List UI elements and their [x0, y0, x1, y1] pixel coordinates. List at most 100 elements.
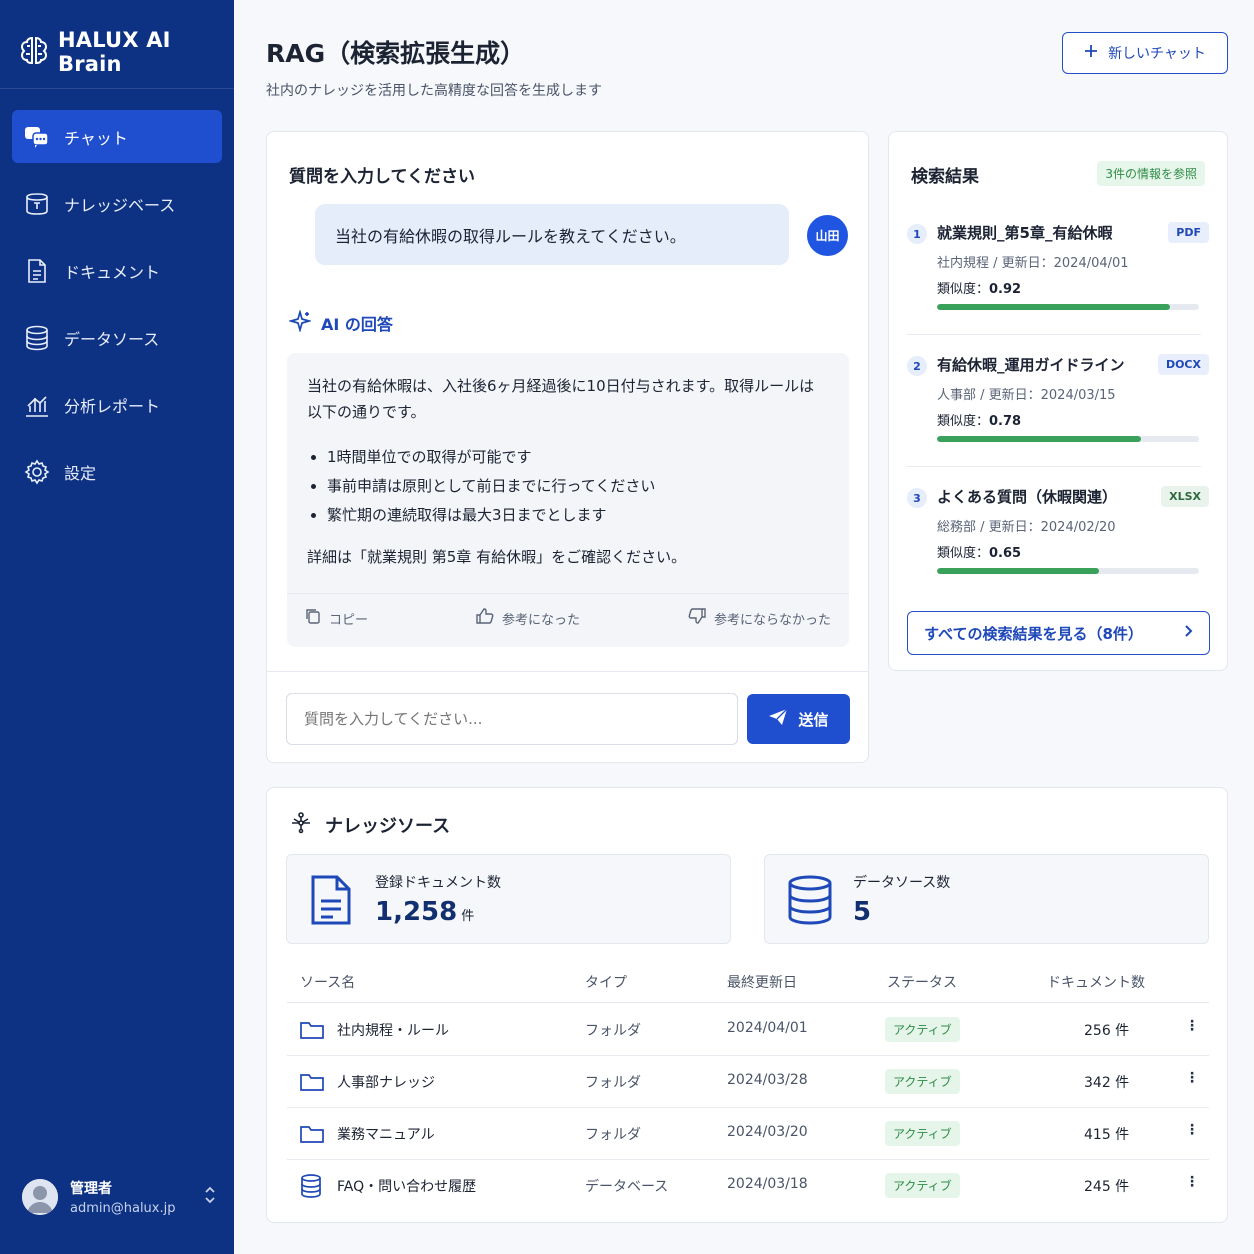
similarity: 類似度：0.92	[937, 278, 1021, 297]
sidebar-item-documents[interactable]: ドキュメント	[12, 244, 222, 297]
document-icon	[309, 875, 353, 929]
similarity-value: 0.78	[989, 414, 1022, 429]
similarity-bar-fill	[937, 304, 1171, 310]
table-row[interactable]: 人事部ナレッジ フォルダ 2024/03/28 アクティブ 342 件 ⋮	[287, 1056, 1209, 1108]
user-question-bubble: 当社の有給休暇の取得ルールを教えてください。	[315, 204, 789, 265]
thumbs-down-icon	[688, 607, 706, 634]
view-all-results-button[interactable]: すべての検索結果を見る（8件）	[907, 611, 1210, 655]
page-subtitle: 社内のナレッジを活用した高精度な回答を生成します	[266, 83, 602, 99]
results-count-badge: 3件の情報を参照	[1097, 161, 1205, 186]
sidebar-item-settings[interactable]: 設定	[12, 445, 222, 498]
chat-icon	[24, 124, 50, 150]
sidebar: HALUX AI Brain チャット ナレッジベース ドキュメント データソー…	[0, 0, 234, 1254]
send-label: 送信	[798, 710, 829, 729]
more-options-icon[interactable]: ⋮	[1185, 1018, 1199, 1034]
chat-panel: 質問を入力してください 当社の有給休暇の取得ルールを教えてください。 山田 AI…	[266, 131, 869, 763]
result-title[interactable]: よくある質問（休暇関連）	[937, 486, 1117, 507]
result-item[interactable]: 2 有給休暇_運用ガイドライン DOCX 人事部 / 更新日：2024/03/1…	[907, 354, 1209, 474]
source-type: データベース	[585, 1179, 669, 1195]
similarity-value: 0.92	[989, 282, 1022, 297]
status-badge: アクティブ	[885, 1173, 960, 1198]
result-title[interactable]: 有給休暇_運用ガイドライン	[937, 354, 1125, 375]
send-button[interactable]: 送信	[747, 694, 850, 744]
brain-logo-icon	[18, 34, 50, 70]
file-type-badge: DOCX	[1157, 354, 1209, 375]
table-row[interactable]: FAQ・問い合わせ履歴 データベース 2024/03/18 アクティブ 245 …	[287, 1160, 1209, 1212]
column-header[interactable]: ステータス	[887, 972, 957, 992]
avatar	[22, 1179, 58, 1215]
source-updated: 2024/04/01	[727, 1020, 808, 1036]
sidebar-item-datasources[interactable]: データソース	[12, 311, 222, 364]
new-chat-button[interactable]: 新しいチャット	[1062, 32, 1228, 74]
user-profile[interactable]: 管理者 admin@halux.jp	[22, 1178, 217, 1216]
helpful-button[interactable]: 参考になった	[476, 607, 580, 634]
result-item[interactable]: 1 就業規則_第5章_有給休暇 PDF 社内規程 / 更新日：2024/04/0…	[907, 222, 1209, 342]
result-separator	[907, 466, 1201, 467]
ai-answer-label-text: AI の回答	[321, 315, 393, 334]
send-icon	[768, 708, 788, 730]
source-name[interactable]: 業務マニュアル	[337, 1124, 435, 1144]
column-header[interactable]: タイプ	[585, 972, 627, 992]
result-meta: 社内規程 / 更新日：2024/04/01	[937, 256, 1129, 271]
result-separator	[907, 334, 1201, 335]
column-header[interactable]: ソース名	[300, 972, 355, 992]
user-question-text: 当社の有給休暇の取得ルールを教えてください。	[335, 226, 686, 246]
result-meta: 人事部 / 更新日：2024/03/15	[937, 388, 1116, 403]
stat-value: 1,258 件	[375, 897, 474, 927]
folder-icon	[300, 1020, 324, 1044]
sidebar-item-chat[interactable]: チャット	[12, 110, 222, 163]
more-options-icon[interactable]: ⋮	[1185, 1174, 1199, 1190]
result-item[interactable]: 3 よくある質問（休暇関連） XLSX 総務部 / 更新日：2024/02/20…	[907, 486, 1209, 606]
gear-icon	[24, 459, 50, 485]
result-number: 2	[907, 356, 927, 376]
copy-label: コピー	[329, 612, 369, 628]
status-badge: アクティブ	[885, 1069, 960, 1094]
doc-count: 415 件	[1084, 1127, 1130, 1143]
more-options-icon[interactable]: ⋮	[1185, 1122, 1199, 1138]
not-helpful-button[interactable]: 参考にならなかった	[688, 607, 831, 634]
page-title: RAG（検索拡張生成）	[266, 39, 526, 68]
results-heading: 検索結果	[911, 167, 979, 187]
similarity-bar	[937, 304, 1199, 310]
chevron-up-down-icon[interactable]	[203, 1185, 217, 1209]
document-icon	[24, 258, 50, 284]
sidebar-nav: チャット ナレッジベース ドキュメント データソース 分析レポート 設定	[12, 110, 222, 512]
view-all-results-label: すべての検索結果を見る（8件）	[924, 624, 1143, 643]
table-row[interactable]: 業務マニュアル フォルダ 2024/03/20 アクティブ 415 件 ⋮	[287, 1108, 1209, 1160]
stat-number: 5	[853, 897, 872, 927]
new-chat-label: 新しいチャット	[1108, 46, 1206, 62]
knowledge-title-text: ナレッジソース	[325, 815, 451, 837]
sidebar-item-label: ナレッジベース	[64, 195, 176, 215]
answer-intro: 当社の有給休暇は、入社後6ヶ月経過後に10日付与されます。取得ルールは以下の通り…	[307, 377, 815, 421]
chat-heading: 質問を入力してください	[289, 167, 475, 187]
table-header: ソース名 タイプ 最終更新日 ステータス ドキュメント数	[287, 960, 1209, 1003]
source-type: フォルダ	[585, 1023, 641, 1039]
thumbs-up-icon	[476, 607, 494, 634]
source-name[interactable]: 社内規程・ルール	[337, 1020, 449, 1040]
result-title[interactable]: 就業規則_第5章_有給休暇	[937, 222, 1112, 243]
similarity: 類似度：0.65	[937, 542, 1021, 561]
chart-icon	[24, 392, 50, 418]
source-updated: 2024/03/28	[727, 1072, 808, 1088]
sidebar-item-knowledge[interactable]: ナレッジベース	[12, 177, 222, 230]
answer-list: 1時間単位での取得が可能です 事前申請は原則として前日までに行ってください 繁忙…	[307, 443, 829, 530]
question-input[interactable]	[286, 693, 738, 745]
copy-button[interactable]: コピー	[305, 608, 368, 634]
similarity-label: 類似度：	[937, 282, 990, 297]
similarity: 類似度：0.78	[937, 410, 1021, 429]
sidebar-item-label: 分析レポート	[64, 396, 161, 416]
sidebar-item-reports[interactable]: 分析レポート	[12, 378, 222, 431]
stat-label: データソース数	[853, 875, 951, 891]
brand[interactable]: HALUX AI Brain	[18, 28, 234, 76]
more-options-icon[interactable]: ⋮	[1185, 1070, 1199, 1086]
stat-label: 登録ドキュメント数	[375, 875, 501, 891]
column-header[interactable]: 最終更新日	[727, 972, 797, 992]
ai-answer-label: AI の回答	[287, 308, 393, 336]
sidebar-item-label: 設定	[64, 463, 97, 483]
table-row[interactable]: 社内規程・ルール フォルダ 2024/04/01 アクティブ 256 件 ⋮	[287, 1004, 1209, 1056]
source-name[interactable]: 人事部ナレッジ	[337, 1072, 435, 1092]
stat-unit: 件	[461, 909, 475, 924]
chevron-right-icon	[1183, 624, 1193, 642]
source-name[interactable]: FAQ・問い合わせ履歴	[337, 1176, 476, 1196]
column-header[interactable]: ドキュメント数	[1047, 972, 1145, 992]
